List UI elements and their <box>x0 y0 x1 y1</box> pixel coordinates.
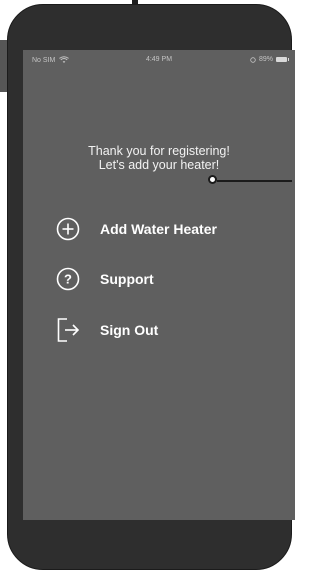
status-bar: No SIM 4:49 PM 89% <box>23 56 295 68</box>
app-screen: No SIM 4:49 PM 89% Thank you for registe… <box>23 50 295 520</box>
add-water-heater-button[interactable]: Add Water Heater <box>56 217 217 241</box>
svg-text:?: ? <box>64 272 72 287</box>
plus-circle-icon <box>56 217 80 241</box>
phone-frame: No SIM 4:49 PM 89% Thank you for registe… <box>7 4 295 570</box>
battery-icon <box>276 57 289 62</box>
callout-dot <box>208 175 217 184</box>
battery-group: 89% <box>250 56 289 63</box>
add-water-heater-label: Add Water Heater <box>100 221 217 237</box>
sign-out-label: Sign Out <box>100 322 159 338</box>
support-label: Support <box>100 271 154 287</box>
battery-percent: 89% <box>258 56 273 63</box>
sign-out-button[interactable]: Sign Out <box>56 318 158 342</box>
support-button[interactable]: ? Support <box>56 267 154 291</box>
orientation-lock-icon <box>250 56 256 63</box>
callout-line <box>217 180 292 182</box>
question-circle-icon: ? <box>56 267 80 291</box>
welcome-message: Thank you for registering! Let's add you… <box>23 144 295 172</box>
welcome-line-1: Thank you for registering! <box>88 144 230 158</box>
welcome-line-2: Let's add your heater! <box>98 158 220 172</box>
sign-out-icon <box>56 318 80 342</box>
